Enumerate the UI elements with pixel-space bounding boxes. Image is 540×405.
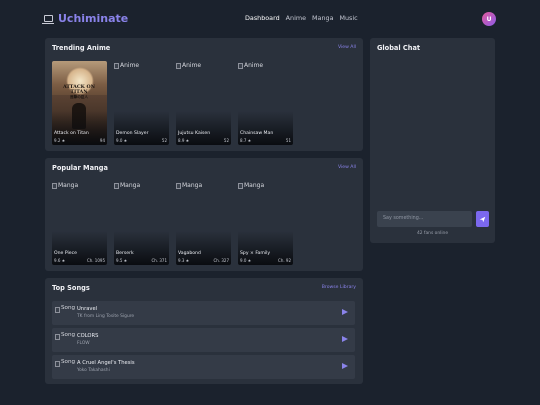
broken-image-icon: Manga [238,182,264,189]
anime-name: Chainsaw Man [240,131,274,136]
manga-tile[interactable]: Manga Vagabond 9.3 ★ Ch. 327 [176,181,231,265]
manga-tile[interactable]: Manga Berserk 9.5 ★ Ch. 371 [114,181,169,265]
global-chat-title: Global Chat [377,44,421,52]
top-songs-title: Top Songs [52,284,90,292]
song-title: Unravel [77,306,98,312]
broken-image-icon: Manga [52,182,78,189]
manga-rating: 9.0 ★ [240,258,252,263]
anime-rating: 8.9 ★ [178,138,190,143]
song-title: COLORS [77,333,99,339]
broken-image-icon: Song [55,332,75,340]
broken-image-icon: Anime [114,62,139,69]
anime-tile[interactable]: Anime Demon Slayer 9.0 ★ 52 [114,61,169,145]
broken-image-icon: Manga [176,182,202,189]
anime-rating: 9.2 ★ [54,138,66,143]
manga-chapters: Ch. 371 [151,258,167,263]
browse-library-link[interactable]: Browse Library [322,285,356,290]
anime-name: Attack on Titan [54,131,89,136]
popular-manga-card: Popular Manga View All Manga One Piece 9… [45,158,363,271]
anime-episodes: 94 [99,138,105,143]
global-chat-card: Global Chat Say something... 42 fans onl… [370,38,495,243]
manga-tile[interactable]: Manga Spy × Family 9.0 ★ Ch. 92 [238,181,293,265]
manga-rating: 9.6 ★ [54,258,66,263]
send-icon [479,216,486,222]
manga-rating: 9.5 ★ [116,258,128,263]
song-row[interactable]: Song COLORS FLOW [52,328,355,352]
anime-name: Demon Slayer [116,131,149,136]
song-artist: TK from Ling Tosite Sigure [77,314,135,319]
avatar[interactable]: U [482,12,496,26]
poster-logo: ATTACK ON TITAN 進撃の巨人 [62,84,96,99]
anime-rating: 8.7 ★ [240,138,252,143]
song-title: A Cruel Angel's Thesis [77,360,135,366]
anime-tile[interactable]: Anime Chainsaw Man 8.7 ★ 51 [238,61,293,145]
play-icon[interactable] [342,309,348,315]
manga-name: Berserk [116,251,134,256]
manga-rating: 9.3 ★ [178,258,190,263]
song-row[interactable]: Song Unravel TK from Ling Tosite Sigure [52,301,355,325]
manga-name: Vagabond [178,251,201,256]
manga-chapters: Ch. 92 [278,258,291,263]
app-name: Uchiminate [58,12,129,25]
anime-episodes: 52 [223,138,229,143]
nav-anime[interactable]: Anime [286,14,306,22]
play-icon[interactable] [342,336,348,342]
anime-name: Jujutsu Kaisen [178,131,211,136]
send-button[interactable] [476,211,489,227]
nav-manga[interactable]: Manga [312,14,333,22]
main-nav: Dashboard Anime Manga Music [245,14,358,22]
anime-episodes: 51 [285,138,291,143]
anime-tile[interactable]: Anime Jujutsu Kaisen 8.9 ★ 52 [176,61,231,145]
brand[interactable]: Uchiminate [42,12,129,25]
manga-tile[interactable]: Manga One Piece 9.6 ★ Ch. 1095 [52,181,107,265]
popular-manga-title: Popular Manga [52,164,108,172]
broken-image-icon: Anime [238,62,263,69]
broken-image-icon: Song [55,359,75,367]
manga-name: One Piece [54,251,77,256]
song-artist: Yoko Takahashi [77,368,110,373]
top-songs-card: Top Songs Browse Library Song Unravel TK… [45,278,363,384]
broken-image-icon: Anime [176,62,201,69]
trending-anime-card: Trending Anime View All ATTACK ON TITAN 進… [45,38,363,151]
nav-dashboard[interactable]: Dashboard [245,14,280,22]
anime-tile[interactable]: ATTACK ON TITAN 進撃の巨人 Attack on Titan 9.2… [52,61,107,145]
broken-image-icon: Song [55,305,75,313]
online-count: 42 fans online [416,231,449,236]
anime-rating: 9.0 ★ [116,138,128,143]
broken-image-icon: Manga [114,182,140,189]
song-artist: FLOW [77,341,90,346]
nav-music[interactable]: Music [339,14,357,22]
manga-chapters: Ch. 1095 [86,258,105,263]
popular-view-all-link[interactable]: View All [338,165,356,170]
chat-input[interactable]: Say something... [377,211,472,227]
manga-name: Spy × Family [240,251,271,256]
anime-episodes: 52 [161,138,167,143]
manga-chapters: Ch. 327 [213,258,229,263]
song-row[interactable]: Song A Cruel Angel's Thesis Yoko Takahas… [52,355,355,379]
laptop-icon [42,15,54,24]
play-icon[interactable] [342,363,348,369]
trending-view-all-link[interactable]: View All [338,45,356,50]
top-bar: Uchiminate Dashboard Anime Manga Music U [0,0,540,38]
trending-anime-title: Trending Anime [52,44,111,52]
